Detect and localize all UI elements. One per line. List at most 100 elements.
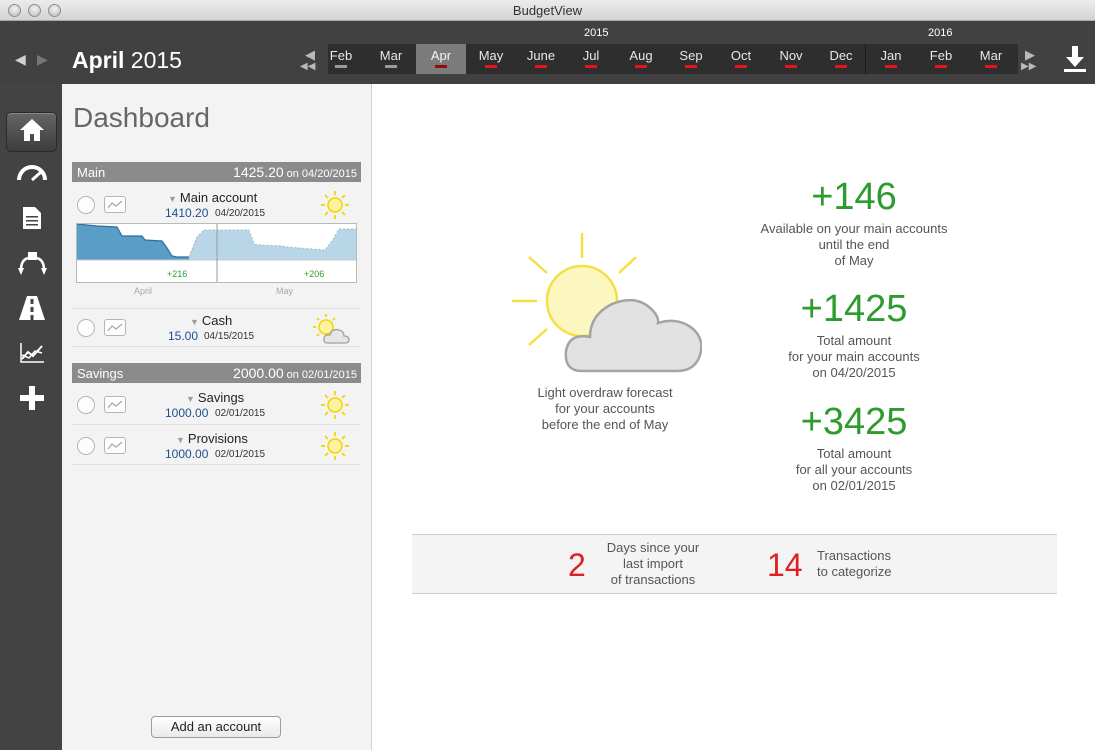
timeline-month[interactable]: Nov (766, 44, 816, 74)
stat-description: Available on your main accounts until th… (734, 221, 974, 269)
month-status-bar (535, 65, 547, 68)
next-month-arrow-icon[interactable]: ▶ (37, 51, 48, 68)
analysis-chart-icon (19, 342, 45, 369)
timeline-month[interactable]: Jul (566, 44, 616, 74)
analysis-view-button[interactable] (6, 335, 57, 375)
timeline-month[interactable]: Oct (716, 44, 766, 74)
budget-view-button[interactable] (6, 156, 57, 196)
timeline-month[interactable]: June (516, 44, 566, 74)
stat-line: for all your accounts (795, 462, 913, 477)
timeline-month[interactable]: Feb (916, 44, 966, 74)
timeline-month[interactable]: Aug (616, 44, 666, 74)
month-status-bar (935, 65, 947, 68)
timeline-month[interactable]: Apr (416, 44, 466, 74)
chart-month-april: April (134, 286, 153, 296)
previous-month-arrow-icon[interactable]: ◀ (15, 51, 26, 68)
timeline-month[interactable]: Feb (316, 44, 366, 74)
account-name[interactable]: ▼ Main account (168, 190, 257, 205)
month-status-bar (435, 65, 447, 68)
stat-line: Total amount (816, 333, 892, 348)
transactions-view-button[interactable] (6, 200, 57, 240)
sparkline-toggle-button[interactable] (104, 396, 126, 413)
timeline-month-label: Mar (979, 48, 1003, 63)
status-band: 2 Days since your last import of transac… (412, 534, 1057, 594)
account-row-cash[interactable]: ▼ Cash 15.00 04/15/2015 (72, 306, 361, 347)
account-balance: 1000.00 (165, 447, 209, 461)
expand-triangle-icon[interactable]: ▼ (190, 317, 199, 327)
account-select-radio[interactable] (77, 437, 95, 455)
sparkline-toggle-button[interactable] (104, 319, 126, 336)
header-bar: ◀ ▶ April 2015 ◀ ◀◀ 2015 2016 Feb Mar Apr M… (0, 21, 1095, 84)
stat-line: until the end (818, 237, 890, 252)
month-status-bar (835, 65, 847, 68)
transactions-to-categorize-count[interactable]: 14 (767, 547, 803, 584)
group-amount: 2000.00 on 02/01/2015 (233, 365, 357, 381)
account-balance: 1000.00 (165, 406, 209, 420)
stat-line: of May (834, 253, 874, 268)
timeline-month[interactable]: Mar (966, 44, 1016, 74)
account-row-provisions[interactable]: ▼ Provisions 1000.00 02/01/2015 (72, 425, 361, 465)
page-title: Dashboard (73, 102, 210, 133)
account-name[interactable]: ▼ Savings (186, 390, 244, 405)
expand-triangle-icon[interactable]: ▼ (186, 394, 195, 404)
timeline-month-label: Jan (880, 48, 902, 63)
current-month-title: April 2015 (72, 47, 182, 74)
month-status-bar (385, 65, 397, 68)
group-amount-value: 1425.20 (233, 164, 284, 180)
projects-view-button[interactable] (6, 290, 57, 330)
timeline-month[interactable]: Sep (666, 44, 716, 74)
label-line: Days since your (606, 540, 700, 555)
categorize-icon (17, 250, 47, 281)
add-view-button[interactable] (6, 380, 57, 420)
download-icon[interactable] (1063, 45, 1087, 73)
timeline-month[interactable]: Jan (866, 44, 916, 74)
label-line: of transactions (610, 572, 696, 587)
account-group-header-main: Main 1425.20 on 04/20/2015 (72, 162, 361, 182)
account-group-header-savings: Savings 2000.00 on 02/01/2015 (72, 363, 361, 383)
account-name[interactable]: ▼ Provisions (176, 431, 248, 446)
account-balance-date: 02/01/2015 (215, 408, 266, 419)
add-account-button[interactable]: Add an account (151, 716, 281, 738)
chart-month-may: May (276, 286, 294, 296)
month-status-bar (635, 65, 647, 68)
home-view-button[interactable] (6, 112, 57, 152)
account-select-radio[interactable] (77, 319, 95, 337)
stat-line: on 02/01/2015 (812, 478, 896, 493)
timeline-month[interactable]: May (466, 44, 516, 74)
sparkline-toggle-button[interactable] (104, 196, 126, 213)
timeline-rewind-icon[interactable]: ◀◀ (300, 61, 315, 72)
account-row-savings[interactable]: ▼ Savings 1000.00 02/01/2015 (72, 384, 361, 425)
account-name-text: Provisions (187, 431, 248, 446)
year-label-2015: 2015 (584, 27, 609, 39)
forecast-line: for your accounts (555, 401, 655, 416)
timeline-month-label: Feb (929, 48, 953, 63)
timeline-month[interactable]: Dec (816, 44, 866, 74)
stat-line: on 04/20/2015 (812, 365, 896, 380)
sparkline-toggle-button[interactable] (104, 437, 126, 454)
document-icon (22, 206, 42, 235)
timeline-month-label: Mar (379, 48, 403, 63)
account-select-radio[interactable] (77, 396, 95, 414)
sparkline-icon (107, 323, 123, 332)
account-balance-chart[interactable]: +216 +206 (76, 223, 357, 283)
account-select-radio[interactable] (77, 196, 95, 214)
timeline-month-label: May (478, 48, 504, 63)
timeline-month[interactable]: Mar (366, 44, 416, 74)
budget-gauge-icon (16, 164, 47, 189)
month-timeline: 2015 2016 Feb Mar Apr May June Jul Aug Sep Oct No… (328, 27, 1018, 74)
stat-line: Available on your main accounts (760, 221, 948, 236)
timeline-month-label: June (526, 48, 556, 63)
road-icon (18, 295, 46, 326)
home-icon (19, 118, 45, 147)
categorization-view-button[interactable] (6, 245, 57, 285)
days-since-import-count[interactable]: 2 (568, 547, 586, 584)
expand-triangle-icon[interactable]: ▼ (176, 435, 185, 445)
expand-triangle-icon[interactable]: ▼ (168, 194, 177, 204)
timeline-fastforward-icon[interactable]: ▶▶ (1021, 61, 1036, 72)
account-name[interactable]: ▼ Cash (190, 313, 232, 328)
current-month-name: April (72, 47, 125, 73)
transactions-to-categorize-label: Transactions to categorize (817, 548, 891, 580)
account-name-text: Cash (201, 313, 233, 328)
sun-cloud-weather-icon (312, 313, 352, 350)
stat-value: +146 (811, 176, 897, 218)
